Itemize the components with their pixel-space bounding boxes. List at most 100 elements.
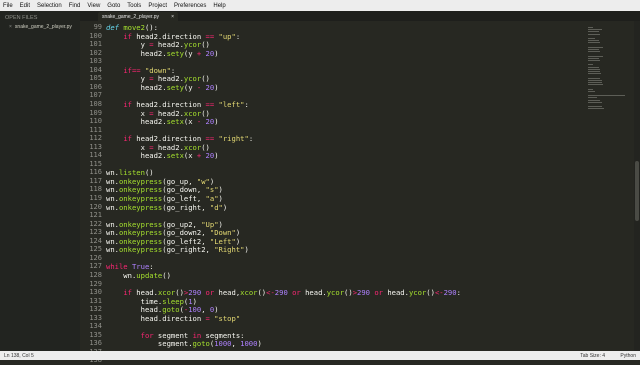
- minimap-line: [588, 33, 600, 35]
- menu-help[interactable]: Help: [213, 3, 225, 9]
- minimap-line: [588, 40, 599, 42]
- tab-label: snake_game_2_player.py: [102, 13, 159, 20]
- code-token: ): [244, 245, 249, 255]
- minimap-line: [588, 57, 599, 59]
- menu-edit[interactable]: Edit: [20, 3, 30, 9]
- code-token: ): [257, 339, 262, 349]
- code-token: or: [287, 288, 301, 298]
- code-token: "right": [214, 134, 249, 144]
- minimap-line: [588, 64, 593, 66]
- code-token: (x: [183, 117, 197, 127]
- code-line: head2.sety(y + 20): [106, 49, 219, 58]
- code-token: ): [214, 117, 219, 127]
- code-token: head.: [300, 288, 327, 298]
- minimap-line: [588, 97, 598, 99]
- close-icon[interactable]: ×: [9, 24, 12, 30]
- code-token: (y: [183, 82, 197, 92]
- code-token: 290: [443, 288, 457, 298]
- code-editor[interactable]: def move2(): if head2.direction == "up":…: [106, 21, 584, 351]
- code-token: or: [201, 288, 215, 298]
- code-token: :: [456, 288, 461, 298]
- code-token: setx: [166, 117, 184, 127]
- menu-tools[interactable]: Tools: [127, 3, 141, 9]
- code-token: "stop": [209, 313, 241, 323]
- minimap-line: [588, 66, 600, 68]
- code-token: 20: [201, 82, 215, 92]
- code-line: head2.setx(x - 20): [106, 117, 219, 126]
- minimap-line: [588, 68, 601, 70]
- code-token: head,: [214, 288, 241, 298]
- code-token: head.direction: [106, 313, 206, 323]
- code-token: head2.: [106, 117, 167, 127]
- minimap-line: [588, 71, 601, 72]
- code-line: head2.setx(x + 20): [106, 151, 219, 160]
- code-token: head.: [383, 288, 409, 298]
- code-token: sety: [166, 82, 184, 92]
- minimap-line: [588, 49, 599, 50]
- code-token: (go_right,: [162, 202, 210, 212]
- code-line: wn.update(): [106, 271, 171, 280]
- code-token: 1000: [214, 339, 232, 349]
- code-token: 290: [274, 288, 288, 298]
- menu-find[interactable]: Find: [69, 3, 81, 9]
- cursor-position: Ln 138, Col 5: [4, 352, 34, 359]
- syntax-mode[interactable]: Python: [620, 353, 636, 359]
- menu-view[interactable]: View: [87, 3, 100, 9]
- minimap-line: [588, 84, 603, 86]
- minimap-line: [588, 46, 603, 48]
- menu-selection[interactable]: Selection: [37, 3, 62, 9]
- sidebar: OPEN FILES × snake_game_2_player.py: [0, 11, 81, 351]
- code-token: head2.: [106, 48, 167, 58]
- code-token: ): [214, 82, 219, 92]
- code-token: "Right": [214, 245, 245, 255]
- minimap-line: [588, 79, 602, 81]
- open-file-item[interactable]: × snake_game_2_player.py: [0, 21, 80, 30]
- minimap-line: [588, 51, 600, 53]
- code-token: segment.: [106, 339, 193, 349]
- code-line: segment.goto(1000, 1000): [106, 339, 262, 348]
- code-token: (go_right2,: [162, 245, 215, 255]
- code-token: :: [244, 99, 249, 109]
- scrollbar-thumb[interactable]: [635, 161, 639, 221]
- minimap[interactable]: [584, 21, 634, 351]
- minimap-line: [588, 90, 595, 92]
- code-token: 20: [201, 151, 215, 161]
- menu-goto[interactable]: Goto: [107, 3, 120, 9]
- menu-preferences[interactable]: Preferences: [174, 3, 206, 9]
- menu-bar: File Edit Selection Find View Goto Tools Projec…: [0, 0, 640, 11]
- code-token: sety: [166, 48, 184, 58]
- minimap-line: [588, 29, 602, 31]
- code-token: :: [248, 134, 254, 144]
- code-token: 290: [357, 288, 371, 298]
- code-token: (): [344, 288, 353, 298]
- code-line: wn.onkeypress(go_right, "d"): [106, 203, 227, 212]
- code-token: wn.: [106, 270, 137, 280]
- minimap-line: [588, 101, 602, 103]
- menu-project[interactable]: Project: [148, 3, 167, 9]
- minimap-line: [588, 99, 600, 101]
- minimap-line: [588, 82, 602, 83]
- code-token: 1000: [240, 339, 258, 349]
- code-token: "up": [214, 31, 236, 41]
- code-token: goto: [192, 339, 210, 349]
- open-file-label: snake_game_2_player.py: [14, 24, 72, 30]
- tab-bar: snake_game_2_player.py ×: [80, 11, 640, 21]
- code-token: ,: [231, 339, 241, 349]
- code-token: :: [235, 31, 241, 41]
- code-token: setx: [166, 151, 184, 161]
- tab-snake-game[interactable]: snake_game_2_player.py ×: [98, 12, 178, 21]
- minimap-line: [588, 31, 599, 33]
- code-token: "left": [214, 99, 245, 109]
- code-token: wn.: [106, 245, 119, 255]
- tab-size[interactable]: Tab Size: 4: [580, 353, 605, 359]
- code-token: ): [222, 202, 228, 212]
- vertical-scrollbar[interactable]: [634, 21, 640, 351]
- code-line: head.direction = "stop": [106, 313, 241, 323]
- code-token: "d": [209, 202, 223, 212]
- menu-file[interactable]: File: [3, 3, 13, 9]
- code-token: head2.: [106, 151, 167, 161]
- code-token: (): [257, 288, 267, 298]
- tab-close-icon[interactable]: ×: [171, 14, 174, 20]
- code-token: (): [426, 288, 435, 298]
- code-token: ycor: [326, 288, 345, 298]
